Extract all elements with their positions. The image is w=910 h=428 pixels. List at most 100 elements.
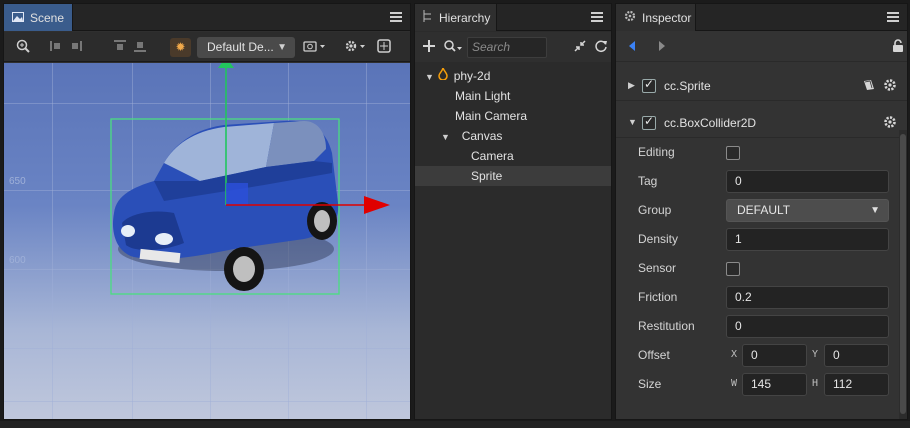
expand-arrow-icon[interactable]: ▼	[441, 127, 451, 147]
restitution-input[interactable]: 0	[726, 315, 889, 338]
prop-restitution: Restitution 0	[616, 315, 907, 339]
book-icon[interactable]	[862, 78, 876, 95]
sprite-enabled-checkbox[interactable]	[642, 77, 656, 93]
prop-label: Size	[638, 377, 662, 391]
component-collider-header[interactable]: ▼ cc.BoxCollider2D	[616, 108, 907, 138]
component-name: cc.Sprite	[664, 79, 711, 93]
tab-inspector[interactable]: Inspector	[616, 4, 696, 31]
camera-dropdown-value: Default De...	[207, 40, 274, 54]
tab-inspector-label: Inspector	[642, 10, 692, 25]
tab-hierarchy[interactable]: Hierarchy	[415, 4, 497, 31]
scene-viewport[interactable]: 650 600	[4, 63, 410, 419]
hierarchy-icon	[423, 10, 433, 25]
fire-icon	[438, 65, 450, 86]
tab-hierarchy-label: Hierarchy	[439, 10, 491, 25]
offset-y-input[interactable]: 0	[824, 344, 889, 367]
collider-enabled-checkbox[interactable]	[642, 114, 656, 130]
collapse-arrow-icon[interactable]: ▶	[628, 80, 635, 91]
inspector-tabbar: Inspector	[616, 4, 907, 31]
prop-label: Offset	[638, 348, 670, 362]
tab-scene[interactable]: Scene	[4, 4, 74, 31]
zoom-fit-icon[interactable]	[15, 39, 31, 55]
add-node-icon[interactable]	[421, 39, 437, 55]
prop-group: Group DEFAULT ▼	[616, 199, 907, 223]
chevron-down-icon: ▼	[870, 205, 880, 216]
screenshot-menu-icon[interactable]	[303, 39, 327, 55]
prop-label: Editing	[638, 145, 675, 159]
axis-label: W	[731, 378, 738, 389]
prop-label: Density	[638, 232, 679, 246]
group-select[interactable]: DEFAULT ▼	[726, 199, 889, 222]
axis-label: X	[731, 349, 738, 360]
scene-tabbar: Scene	[4, 4, 410, 31]
density-input[interactable]: 1	[726, 228, 889, 251]
inspector-scrollbar[interactable]	[899, 130, 907, 419]
align-top-icon[interactable]	[112, 39, 128, 55]
component-sprite-header[interactable]: ▶ cc.Sprite	[616, 71, 907, 101]
prop-label: Group	[638, 203, 672, 217]
tree-item-canvas[interactable]: ▼ Canvas	[415, 126, 611, 146]
expand-arrow-icon[interactable]: ▼	[628, 117, 637, 127]
editing-checkbox[interactable]	[726, 146, 740, 160]
camera-light-toggle-icon[interactable]: ✹	[170, 38, 191, 57]
scene-icon	[12, 11, 24, 25]
tree-item-main-light[interactable]: Main Light	[415, 86, 611, 106]
prop-label: Tag	[638, 174, 658, 188]
back-arrow-icon[interactable]	[624, 39, 640, 55]
collapse-all-icon[interactable]	[572, 39, 588, 55]
prop-editing: Editing	[616, 141, 907, 165]
align-right-icon[interactable]	[68, 39, 84, 55]
offset-x-input[interactable]: 0	[742, 344, 807, 367]
hierarchy-panel: Hierarchy Search name, ▼ phy-2d Main Lig…	[414, 3, 612, 420]
search-input[interactable]: Search name,	[467, 37, 547, 73]
scene-toolbar: ✹ Default De... ▼	[4, 32, 410, 62]
scene-panel: Scene ✹ Default De... ▼ 650 600	[3, 3, 411, 420]
align-bottom-icon[interactable]	[132, 39, 148, 55]
forward-arrow-icon[interactable]	[654, 39, 670, 55]
tree-item-camera[interactable]: Camera	[415, 146, 611, 166]
inspector-toolbar	[616, 32, 907, 62]
lock-icon[interactable]	[890, 39, 906, 55]
tree-item-label: phy-2d	[453, 69, 491, 83]
scene-menu-icon[interactable]	[390, 11, 402, 23]
align-left-icon[interactable]	[48, 39, 64, 55]
search-type-icon[interactable]	[443, 39, 463, 55]
tree-item-main-camera[interactable]: Main Camera	[415, 106, 611, 126]
bottom-dock-bar	[0, 421, 910, 428]
view-mode-icon[interactable]	[376, 39, 392, 55]
sensor-checkbox[interactable]	[726, 262, 740, 276]
component-settings-icon[interactable]	[883, 78, 897, 95]
prop-size: Size W 145 H 112	[616, 373, 907, 397]
tree-item-label: Canvas	[461, 129, 503, 143]
tag-input[interactable]: 0	[726, 170, 889, 193]
size-height-input[interactable]: 112	[824, 373, 889, 396]
friction-input[interactable]: 0.2	[726, 286, 889, 309]
prop-sensor: Sensor	[616, 257, 907, 281]
refresh-icon[interactable]	[593, 39, 609, 55]
prop-offset: Offset X 0 Y 0	[616, 344, 907, 368]
prop-label: Friction	[638, 290, 678, 304]
component-settings-icon[interactable]	[883, 115, 897, 132]
axis-label: Y	[812, 349, 819, 360]
size-width-input[interactable]: 145	[742, 373, 807, 396]
prop-friction: Friction 0.2	[616, 286, 907, 310]
hierarchy-tabbar: Hierarchy	[415, 4, 611, 31]
tree-item-label: Sprite	[471, 169, 503, 183]
inspector-menu-icon[interactable]	[887, 11, 899, 23]
camera-dropdown[interactable]: Default De... ▼	[197, 37, 295, 58]
scene-canvas	[110, 63, 390, 295]
chevron-down-icon: ▼	[277, 42, 287, 53]
scrollbar-thumb[interactable]	[900, 134, 906, 414]
prop-density: Density 1	[616, 228, 907, 252]
tab-scene-label: Scene	[30, 10, 65, 25]
tree-item-label: Camera	[471, 149, 514, 163]
tree-item-label: Main Camera	[455, 109, 528, 123]
tree-item-sprite[interactable]: Sprite	[415, 166, 611, 186]
inspector-panel: Inspector ▶ cc.Sprite ▼ cc.BoxCollider2D	[615, 3, 908, 420]
hierarchy-menu-icon[interactable]	[591, 11, 603, 23]
settings-gear-icon[interactable]	[344, 39, 368, 55]
hierarchy-tree: ▼ phy-2d Main Light Main Camera ▼ Canvas…	[415, 63, 611, 419]
tree-item-phy-2d[interactable]: ▼ phy-2d	[415, 65, 611, 87]
component-name: cc.BoxCollider2D	[664, 116, 757, 130]
expand-arrow-icon[interactable]: ▼	[425, 67, 435, 87]
